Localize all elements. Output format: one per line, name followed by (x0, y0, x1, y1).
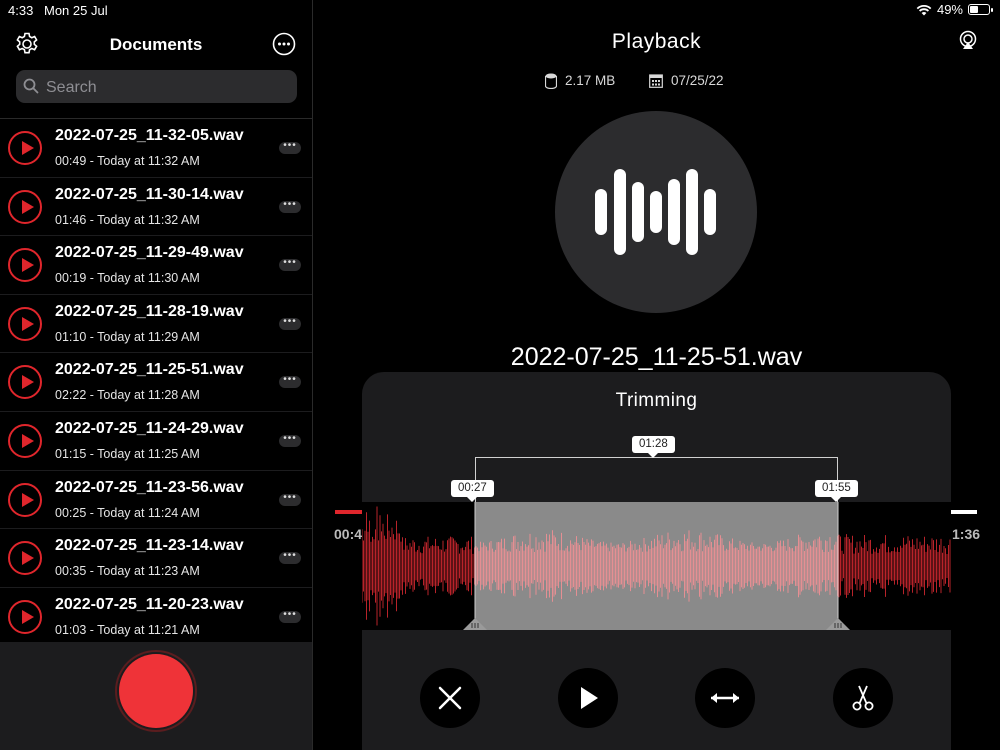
recording-meta: 01:46 - Today at 11:32 AM (55, 212, 200, 227)
trimming-sheet: Trimming 01:28 00:27 01:55 (362, 372, 951, 750)
cancel-trim-button[interactable] (420, 668, 480, 728)
play-recording-button[interactable] (8, 599, 42, 634)
recording-meta: 02:22 - Today at 11:28 AM (55, 388, 200, 403)
play-recording-button[interactable] (8, 482, 42, 517)
file-date: 07/25/22 (671, 73, 724, 88)
wifi-icon (916, 4, 932, 15)
recording-more-icon[interactable]: ••• (279, 199, 301, 213)
playback-panel: Playback 2.17 MB 07/25/22 2022-07-25_11-… (313, 0, 1000, 750)
recording-more-icon[interactable]: ••• (279, 433, 301, 447)
search-bar (16, 70, 297, 105)
play-recording-button[interactable] (8, 131, 42, 165)
recording-name: 2022-07-25_11-25-51.wav (55, 361, 244, 379)
scissors-icon (852, 685, 874, 711)
recording-name: 2022-07-25_11-28-19.wav (55, 302, 244, 320)
recording-meta: 01:15 - Today at 11:25 AM (55, 446, 200, 461)
play-recording-button[interactable] (8, 189, 42, 224)
list-item[interactable]: 2022-07-25_11-29-49.wav 00:19 - Today at … (0, 235, 312, 294)
search-icon (23, 78, 39, 94)
recording-name: 2022-07-25_11-24-29.wav (55, 419, 244, 437)
play-recording-button[interactable] (8, 423, 42, 458)
play-recording-button[interactable] (8, 541, 42, 576)
play-recording-button[interactable] (8, 365, 42, 400)
sidebar-header: Documents (0, 22, 312, 66)
status-date: Mon 25 Jul (44, 3, 108, 18)
recording-more-icon[interactable]: ••• (279, 258, 301, 272)
progress-indicator-end (950, 510, 977, 514)
remaining-time: 1:36 (952, 526, 981, 542)
recording-name: 2022-07-25_11-23-14.wav (55, 537, 244, 555)
recording-name: 2022-07-25_11-30-14.wav (55, 185, 244, 203)
recording-more-icon[interactable]: ••• (279, 492, 301, 506)
recording-more-icon[interactable]: ••• (279, 551, 301, 565)
arrows-horizontal-icon (711, 693, 739, 703)
recording-meta: 01:03 - Today at 11:21 AM (55, 622, 200, 637)
recording-meta: 01:10 - Today at 11:29 AM (55, 329, 200, 344)
recordings-list: 2022-07-25_11-32-05.wav 00:49 - Today at … (0, 118, 312, 645)
recording-meta: 00:19 - Today at 11:30 AM (55, 271, 200, 286)
recording-name: 2022-07-25_11-32-05.wav (55, 127, 244, 144)
more-options-icon[interactable] (272, 32, 296, 56)
play-recording-button[interactable] (8, 306, 42, 341)
list-item[interactable]: 2022-07-25_11-32-05.wav 00:49 - Today at … (0, 118, 312, 177)
calendar-icon (649, 74, 663, 88)
file-size: 2.17 MB (565, 73, 616, 88)
trim-end-label: 01:55 (815, 480, 858, 502)
record-button[interactable] (119, 654, 193, 728)
close-icon (438, 686, 462, 710)
cut-button[interactable] (833, 668, 893, 728)
play-recording-button[interactable] (8, 248, 42, 283)
trimming-title: Trimming (615, 390, 698, 411)
selection-duration-label: 01:28 (632, 436, 675, 458)
status-bar: 4:33 Mon 25 Jul 49% (0, 0, 1000, 20)
sidebar: Documents 2022-07-25_11-32-05.wav 00:49 -… (0, 0, 313, 750)
status-right: 49% (916, 2, 993, 17)
play-icon (581, 687, 598, 709)
trim-start-label: 00:27 (451, 480, 494, 502)
waveform[interactable] (362, 502, 951, 630)
recording-name: 2022-07-25_11-29-49.wav (55, 244, 244, 262)
airplay-icon[interactable] (958, 30, 978, 50)
elapsed-time: 00:4 (334, 526, 363, 542)
battery-icon (968, 4, 993, 15)
list-item[interactable]: 2022-07-25_11-24-29.wav 01:15 - Today at … (0, 410, 312, 470)
recording-name: 2022-07-25_11-23-56.wav (55, 478, 244, 496)
list-item[interactable]: 2022-07-25_11-23-56.wav 00:25 - Today at … (0, 469, 312, 529)
recording-meta: 00:49 - Today at 11:32 AM (55, 154, 200, 168)
recording-name: 2022-07-25_11-20-23.wav (55, 595, 244, 613)
list-item[interactable]: 2022-07-25_11-28-19.wav 01:10 - Today at … (0, 293, 312, 353)
selection-bracket (475, 457, 838, 502)
recording-more-icon[interactable]: ••• (279, 316, 301, 330)
recording-more-icon[interactable]: ••• (279, 375, 301, 389)
recording-more-icon[interactable]: ••• (279, 609, 301, 623)
list-item[interactable]: 2022-07-25_11-20-23.wav 01:03 - Today at … (0, 586, 312, 646)
sidebar-title: Documents (109, 35, 203, 54)
record-footer (0, 642, 312, 750)
list-item[interactable]: 2022-07-25_11-30-14.wav 01:46 - Today at … (0, 176, 312, 236)
audio-artwork (555, 111, 757, 313)
list-item[interactable]: 2022-07-25_11-25-51.wav 02:22 - Today at … (0, 352, 312, 411)
recording-more-icon[interactable]: ••• (279, 141, 301, 154)
search-input[interactable] (44, 70, 288, 105)
preview-play-button[interactable] (558, 668, 618, 728)
battery-percent: 49% (936, 2, 963, 17)
storage-icon (545, 73, 557, 89)
current-filename: 2022-07-25_11-25-51.wav (510, 343, 803, 371)
status-time: 4:33 (8, 3, 34, 18)
list-item[interactable]: 2022-07-25_11-23-14.wav 00:35 - Today at … (0, 528, 312, 587)
recording-meta: 00:25 - Today at 11:24 AM (55, 505, 200, 520)
recording-meta: 00:35 - Today at 11:23 AM (55, 564, 200, 579)
page-title: Playback (611, 30, 702, 53)
expand-selection-button[interactable] (695, 668, 755, 728)
file-info: 2.17 MB 07/25/22 (313, 73, 1000, 93)
progress-indicator-start (335, 510, 363, 514)
